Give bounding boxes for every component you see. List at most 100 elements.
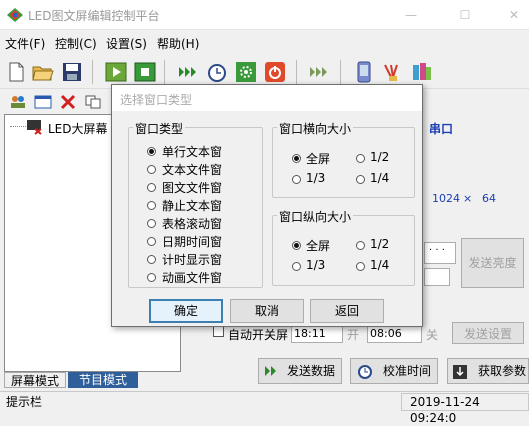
play-icon[interactable] bbox=[104, 61, 128, 83]
v-size-group bbox=[272, 215, 415, 286]
v-size-radio[interactable] bbox=[292, 241, 301, 250]
get-params-label: 获取参数 bbox=[477, 364, 526, 378]
resolution-width: 1024 bbox=[432, 192, 460, 205]
window-type-option-label[interactable]: 动画文件窗 bbox=[162, 269, 222, 286]
clock-icon bbox=[358, 365, 372, 379]
window-type-option-label[interactable]: 表格滚动窗 bbox=[162, 215, 222, 232]
users-icon[interactable] bbox=[9, 94, 27, 110]
resolution-height: 64 bbox=[482, 192, 496, 205]
send-data-label: 发送数据 bbox=[286, 364, 335, 378]
window-type-radio[interactable] bbox=[147, 183, 156, 192]
window-type-option-label[interactable]: 日期时间窗 bbox=[162, 233, 222, 250]
v-size-radio[interactable] bbox=[356, 241, 365, 250]
delete-icon[interactable] bbox=[59, 94, 77, 110]
h-size-radio[interactable] bbox=[356, 154, 365, 163]
v-size-option-label[interactable]: 1/3 bbox=[306, 258, 325, 272]
h-size-option-label[interactable]: 1/4 bbox=[370, 171, 389, 185]
window-type-radio[interactable] bbox=[147, 165, 156, 174]
open-folder-icon[interactable] bbox=[31, 61, 55, 83]
brightness-slider[interactable] bbox=[424, 268, 450, 286]
brightness-field[interactable]: · · · bbox=[424, 242, 456, 264]
window-type-option-label[interactable]: 文本文件窗 bbox=[162, 161, 222, 178]
calibrate-time-label: 校准时间 bbox=[382, 364, 431, 378]
h-size-radio[interactable] bbox=[292, 175, 301, 184]
window-type-radio[interactable] bbox=[147, 255, 156, 264]
power-on-label: 开 bbox=[347, 328, 360, 342]
v-size-group-title: 窗口纵向大小 bbox=[277, 208, 354, 225]
window-icon[interactable] bbox=[34, 94, 52, 110]
dialog-title: 选择窗口类型 bbox=[120, 93, 193, 107]
window-type-radio[interactable] bbox=[147, 219, 156, 228]
v-size-option-label[interactable]: 全屏 bbox=[306, 237, 330, 254]
screen-icon bbox=[27, 120, 42, 135]
new-file-icon[interactable] bbox=[4, 61, 28, 83]
send-settings-button[interactable]: 发送设置 bbox=[452, 322, 524, 344]
window-type-radio[interactable] bbox=[147, 273, 156, 282]
tab-program-mode[interactable]: 节目模式 bbox=[68, 372, 138, 388]
cancel-button[interactable]: 取消 bbox=[230, 299, 304, 323]
minimize-button[interactable]: — bbox=[401, 6, 421, 24]
status-hint: 提示栏 bbox=[2, 393, 397, 411]
fast-forward-icon[interactable] bbox=[176, 61, 200, 83]
toolbar-separator bbox=[164, 60, 165, 84]
v-size-option-label[interactable]: 1/2 bbox=[370, 237, 389, 251]
h-size-radio[interactable] bbox=[292, 154, 301, 163]
settings-gear-icon[interactable] bbox=[234, 61, 258, 83]
toolbar-separator bbox=[92, 60, 93, 84]
power-off-time[interactable]: 08:06 bbox=[367, 325, 422, 343]
window-type-option-label[interactable]: 静止文本窗 bbox=[162, 197, 222, 214]
h-size-option-label[interactable]: 1/2 bbox=[370, 150, 389, 164]
tab-screen-mode[interactable]: 屏幕模式 bbox=[4, 372, 66, 388]
port-label: 串口 bbox=[429, 122, 454, 136]
phone-icon[interactable] bbox=[352, 61, 376, 83]
window-type-option-label[interactable]: 单行文本窗 bbox=[162, 143, 222, 160]
tree-item-led-screen[interactable]: LED大屏幕 bbox=[48, 120, 108, 137]
maximize-button[interactable]: ☐ bbox=[455, 6, 475, 24]
tree-line bbox=[10, 126, 26, 127]
window-type-radio[interactable] bbox=[147, 237, 156, 246]
back-button[interactable]: 返回 bbox=[310, 299, 384, 323]
send-brightness-button[interactable]: 发送亮度 bbox=[461, 238, 524, 288]
copy-icon[interactable] bbox=[84, 94, 102, 110]
h-size-option-label[interactable]: 1/3 bbox=[306, 171, 325, 185]
h-size-radio[interactable] bbox=[356, 175, 365, 184]
download-icon bbox=[453, 365, 467, 379]
send-arrows-icon bbox=[265, 366, 276, 376]
stop-icon[interactable] bbox=[133, 61, 157, 83]
calibrate-time-button[interactable]: 校准时间 bbox=[350, 358, 438, 384]
toolbar-separator bbox=[340, 60, 341, 84]
menu-help[interactable]: 帮助(H) bbox=[157, 35, 199, 52]
menu-control[interactable]: 控制(C) bbox=[55, 35, 97, 52]
save-icon[interactable] bbox=[60, 61, 84, 83]
window-type-option-label[interactable]: 计时显示窗 bbox=[162, 251, 222, 268]
h-size-group-title: 窗口横向大小 bbox=[277, 120, 354, 137]
get-params-button[interactable]: 获取参数 bbox=[447, 358, 529, 384]
power-icon[interactable] bbox=[263, 61, 287, 83]
timer-icon[interactable] bbox=[205, 61, 229, 83]
window-type-group-title: 窗口类型 bbox=[133, 120, 186, 137]
toolbar-separator bbox=[296, 60, 297, 84]
power-on-time[interactable]: 18:11 bbox=[291, 325, 343, 343]
more-arrows-icon[interactable] bbox=[307, 61, 331, 83]
v-size-option-label[interactable]: 1/4 bbox=[370, 258, 389, 272]
send-data-button[interactable]: 发送数据 bbox=[258, 358, 342, 384]
window-type-radio[interactable] bbox=[147, 147, 156, 156]
h-size-option-label[interactable]: 全屏 bbox=[306, 150, 330, 167]
window-type-option-label[interactable]: 图文文件窗 bbox=[162, 179, 222, 196]
window-title: LED图文屏编辑控制平台 bbox=[28, 9, 160, 23]
status-datetime: 2019-11-24 09:24:0 bbox=[401, 393, 529, 425]
auto-power-label: 自动开关屏 bbox=[228, 328, 289, 342]
v-size-radio[interactable] bbox=[292, 262, 301, 271]
brush-icon[interactable] bbox=[381, 61, 405, 83]
app-logo-icon bbox=[7, 8, 23, 22]
menu-file[interactable]: 文件(F) bbox=[5, 35, 45, 52]
books-icon[interactable] bbox=[410, 61, 434, 83]
h-size-group bbox=[272, 127, 415, 198]
ok-button[interactable]: 确定 bbox=[149, 299, 223, 323]
power-off-label: 关 bbox=[426, 328, 439, 342]
window-type-radio[interactable] bbox=[147, 201, 156, 210]
close-button[interactable]: ✕ bbox=[504, 6, 524, 24]
auto-power-checkbox[interactable] bbox=[213, 326, 224, 337]
menu-settings[interactable]: 设置(S) bbox=[106, 35, 147, 52]
v-size-radio[interactable] bbox=[356, 262, 365, 271]
